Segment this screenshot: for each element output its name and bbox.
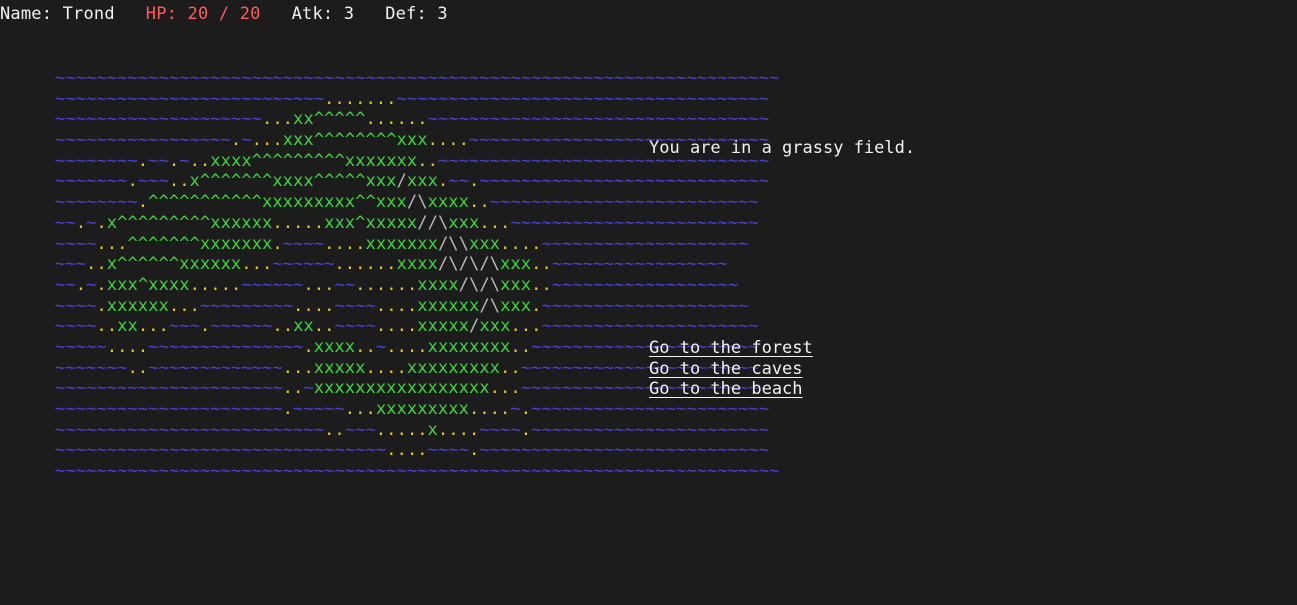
location-description: You are in a grassy field. bbox=[649, 138, 916, 158]
go-beach-link[interactable]: Go to the beach bbox=[649, 379, 813, 400]
map-row: ~~~~~~~~~~~~~~~~~~~~~~..~xxxxxxxxxxxxxxx… bbox=[55, 378, 759, 399]
map-row: ~~~~..xx...~~~.~~~~~~..xx..~~~~....xxxxx… bbox=[55, 316, 759, 337]
map-row: ~~~~~~~~~~~~~~~~~~~~...xx^^^^^......~~~~… bbox=[55, 109, 770, 130]
map-row: ~~~~...^^^^^^^xxxxxxx.~~~~....xxxxxxx/\\… bbox=[55, 233, 749, 254]
map-row: ~~~~.xxxxxx...~~~~~~~~~....~~~~....xxxxx… bbox=[55, 295, 749, 316]
player-name: Name: Trond bbox=[0, 4, 115, 24]
map-row: ~~~~~~~~~~~~~~~~~~~~~~~~~~~~~~~~....~~~~… bbox=[55, 440, 770, 461]
map-row: ~~~~~~~~~~~~~~~~~~~~~~~~~~.......~~~~~~~… bbox=[55, 88, 770, 109]
go-forest-link[interactable]: Go to the forest bbox=[649, 338, 813, 359]
map-row: ~~~~~~~~~~~~~~~~~~~~~~~~~~~~~~~~~~~~~~~~… bbox=[55, 461, 780, 482]
player-attack: Atk: 3 bbox=[291, 4, 355, 24]
map-row: ~~~~~~~..~~~~~~~~~~~~~...xxxxx....xxxxxx… bbox=[55, 357, 759, 378]
map-row: ~~~..x^^^^^^xxxxxx...~~~~~~......xxxx/\/… bbox=[55, 254, 728, 275]
world-map: ~~~~~~~~~~~~~~~~~~~~~~~~~~~~~~~~~~~~~~~~… bbox=[55, 68, 780, 482]
map-row: ~~~~~~~~~~~~~~~~~~~~~~.~~~~~...xxxxxxxxx… bbox=[55, 399, 770, 419]
map-row: ~~~~~~~~~~~~~~~~~~~~~~~~~~~~~~~~~~~~~~~~… bbox=[55, 68, 780, 88]
map-row: ~~~~~~~~~~~~~~~~~~~~~~~~~~..~~~.....x...… bbox=[55, 419, 770, 440]
action-list: Go to the forest Go to the caves Go to t… bbox=[649, 338, 813, 400]
map-row: ~~~~~~~.~~~..x^^^^^^^xxxx^^^^^xxx/xxx.~~… bbox=[55, 171, 770, 192]
map-row: ~~~~~~~~~~~~~~~~~.~...xxx^^^^^^^^xxx....… bbox=[55, 130, 770, 151]
player-hp: HP: 20 / 20 bbox=[145, 4, 261, 24]
go-caves-link[interactable]: Go to the caves bbox=[649, 359, 813, 380]
map-row: ~~.~.x^^^^^^^^^xxxxxx.....xxx^xxxxx//\xx… bbox=[55, 212, 759, 233]
map-row: ~~~~~~~~.~~.~..xxxx^^^^^^^^^xxxxxxx..~~~… bbox=[55, 150, 770, 171]
status-bar: Name: Trond HP: 20 / 20 Atk: 3 Def: 3 bbox=[0, 3, 448, 25]
map-row: ~~~~~....~~~~~~~~~~~~~~~.xxxx..~....xxxx… bbox=[55, 336, 759, 357]
map-row: ~~~~~~~~.^^^^^^^^^^^xxxxxxxxx^^xxx/\xxxx… bbox=[55, 192, 759, 213]
player-defense: Def: 3 bbox=[385, 4, 448, 24]
map-row: ~~.~.xxx^xxxx.....~~~~~~...~~......xxxx/… bbox=[55, 274, 739, 295]
